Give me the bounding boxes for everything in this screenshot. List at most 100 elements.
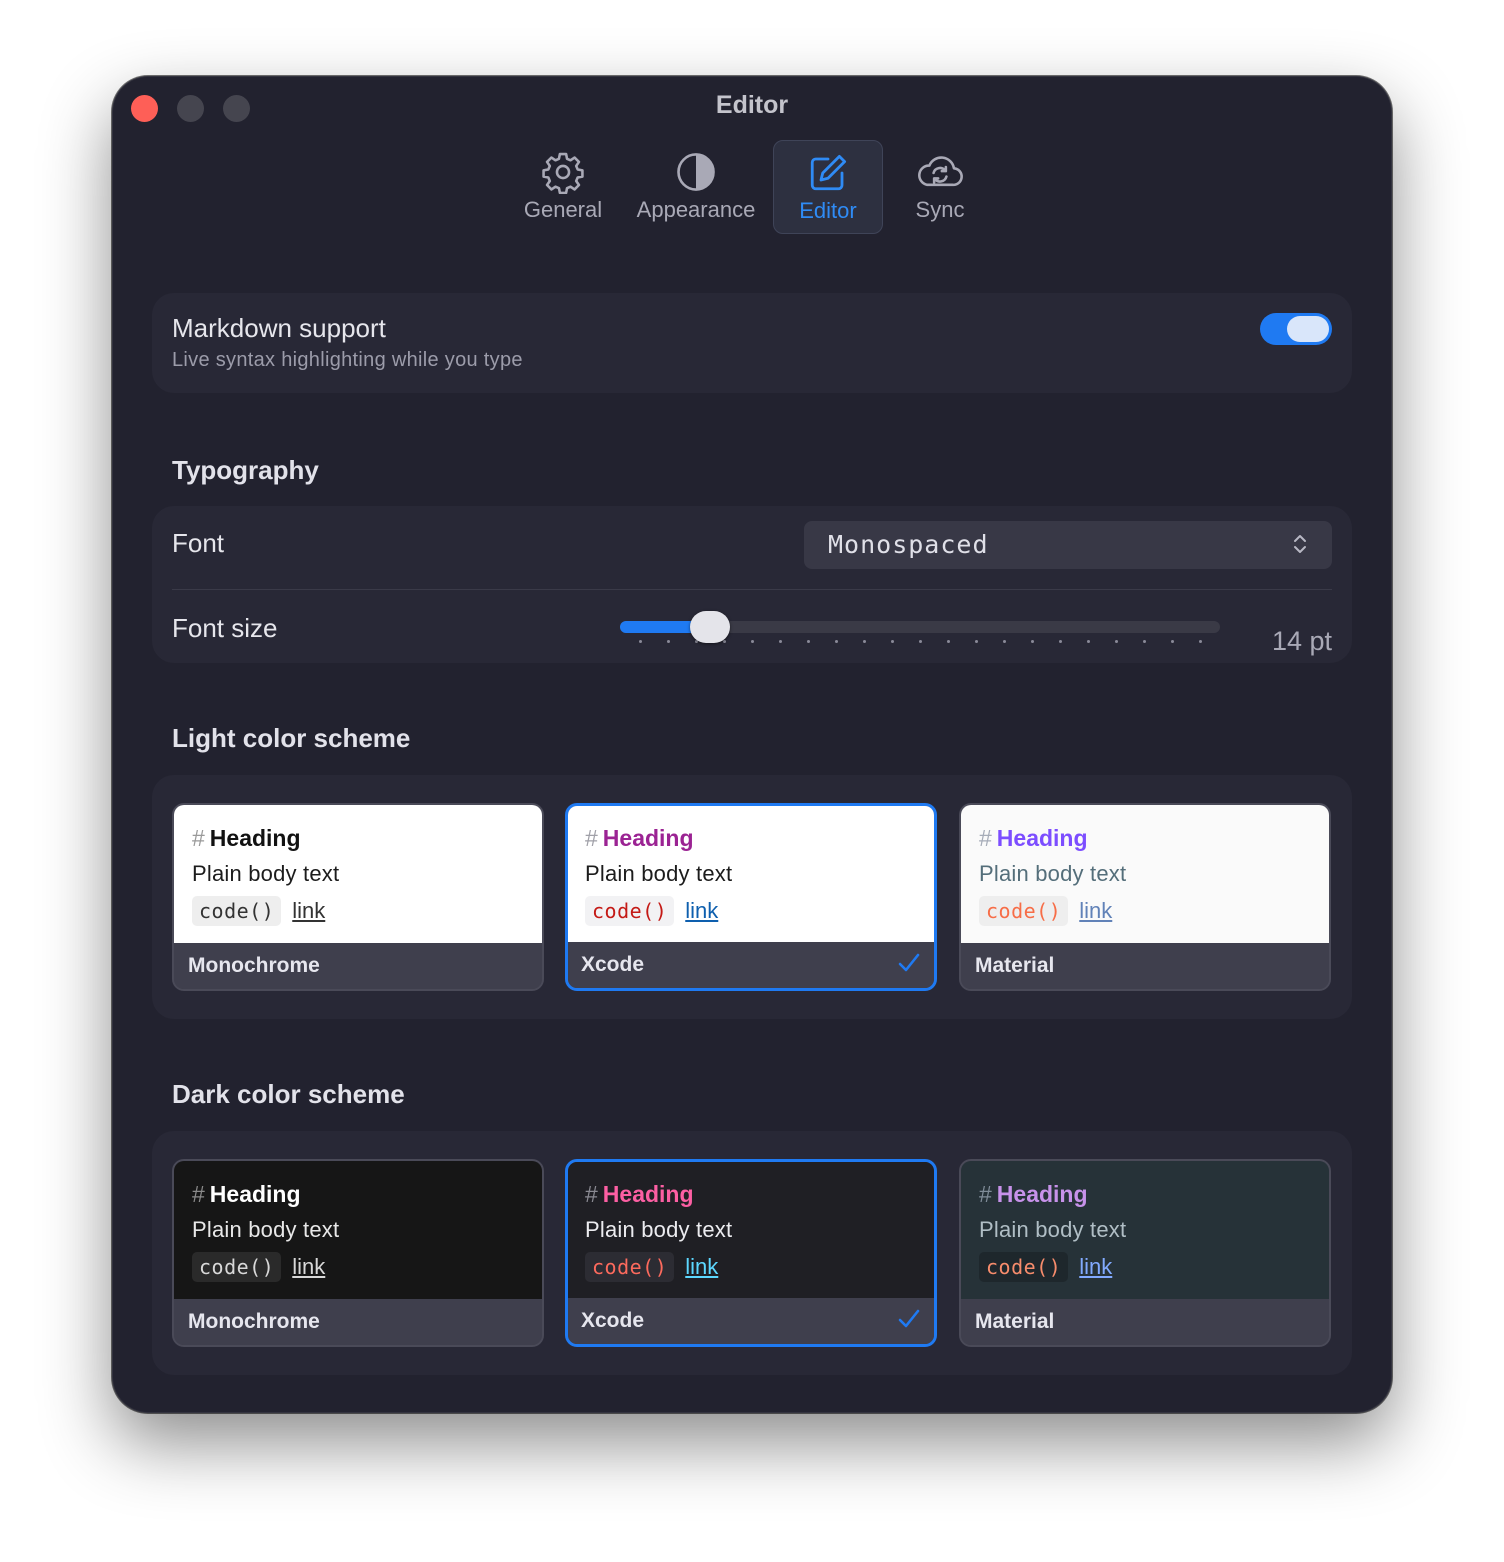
preview-code: code(): [585, 1252, 675, 1282]
dark-scheme-material[interactable]: # Heading Plain body text code() link Mat…: [959, 1159, 1331, 1347]
font-size-value: 14 pt: [1271, 626, 1332, 656]
light-scheme-monochrome[interactable]: # Heading Plain body text code() link Mon…: [172, 803, 544, 991]
slider-tick: [722, 640, 726, 643]
dark-scheme-card: # Heading Plain body text code() link Mon…: [152, 1131, 1352, 1375]
typography-card: Font Monospaced Font size 14 pt: [152, 506, 1352, 663]
preview-link: link: [685, 1254, 719, 1279]
dark-scheme-xcode[interactable]: # Heading Plain body text code() link Xco…: [565, 1159, 937, 1347]
preview-link: link: [685, 898, 719, 923]
chevron-up-down-icon: [1292, 532, 1308, 561]
preview-code-row: code() link: [585, 1252, 718, 1282]
tab-general[interactable]: General: [513, 140, 613, 234]
preview-code-row: code() link: [585, 896, 718, 926]
light-scheme-card: # Heading Plain body text code() link Mon…: [152, 775, 1352, 1019]
tab-editor-label: Editor: [799, 198, 857, 223]
tab-appearance[interactable]: Appearance: [629, 140, 763, 234]
light-scheme-section-title: Light color scheme: [172, 723, 411, 753]
dark-scheme-monochrome[interactable]: # Heading Plain body text code() link Mon…: [172, 1159, 544, 1347]
slider-tick: [918, 640, 922, 643]
tab-appearance-label: Appearance: [636, 197, 756, 222]
slider-tick: [834, 640, 838, 643]
preview-heading-text: Heading: [602, 825, 694, 851]
scheme-preview: # Heading Plain body text code() link: [568, 1162, 934, 1301]
preview-body: Plain body text: [585, 861, 733, 886]
scheme-name: Monochrome: [174, 1299, 542, 1345]
tab-general-label: General: [523, 197, 603, 222]
heading-hash: #: [979, 825, 992, 851]
preview-heading: # Heading: [192, 1181, 301, 1208]
preview-heading: # Heading: [979, 825, 1088, 852]
preview-code: code(): [979, 896, 1069, 926]
slider-tick: [862, 640, 866, 643]
slider-thumb[interactable]: [690, 611, 730, 643]
preview-body: Plain body text: [979, 1217, 1127, 1242]
gear-icon: [541, 149, 585, 195]
tab-sync[interactable]: Sync: [900, 140, 980, 234]
typography-section-title: Typography: [172, 455, 319, 485]
preview-body: Plain body text: [192, 861, 340, 886]
preview-heading-text: Heading: [996, 825, 1088, 851]
slider-tick: [974, 640, 978, 643]
preview-code-row: code() link: [192, 896, 325, 926]
preview-code: code(): [979, 1252, 1069, 1282]
scheme-preview: # Heading Plain body text code() link: [568, 806, 934, 945]
heading-hash: #: [585, 1181, 598, 1207]
slider-tick: [1002, 640, 1006, 643]
markdown-subtitle: Live syntax highlighting while you type: [172, 349, 523, 371]
scheme-preview: # Heading Plain body text code() link: [961, 805, 1329, 945]
heading-hash: #: [192, 1181, 205, 1207]
edit-icon: [807, 150, 849, 196]
markdown-card: Markdown support Live syntax highlightin…: [152, 293, 1352, 393]
slider-tick: [1170, 640, 1174, 643]
slider-tick: [1114, 640, 1118, 643]
font-size-label: Font size: [172, 613, 278, 643]
preview-body: Plain body text: [979, 861, 1127, 886]
row-divider: [172, 589, 1332, 590]
checkmark-icon: [898, 1309, 920, 1334]
heading-hash: #: [585, 825, 598, 851]
preview-heading-text: Heading: [209, 825, 301, 851]
preview-code: code(): [585, 896, 675, 926]
slider-tick: [806, 640, 810, 643]
preview-heading-text: Heading: [209, 1181, 301, 1207]
scheme-name: Monochrome: [174, 943, 542, 989]
slider-tick-marks: [638, 640, 1202, 643]
dark-scheme-section-title: Dark color scheme: [172, 1079, 405, 1109]
scheme-name: Xcode: [568, 1298, 934, 1344]
tab-editor[interactable]: Editor: [773, 140, 883, 234]
font-select[interactable]: Monospaced: [804, 521, 1332, 569]
checkmark-icon: [898, 953, 920, 978]
font-select-value: Monospaced: [828, 530, 989, 559]
heading-hash: #: [979, 1181, 992, 1207]
slider-tick: [638, 640, 642, 643]
preview-code: code(): [192, 896, 282, 926]
window-title: Editor: [715, 91, 789, 119]
slider-tick: [890, 640, 894, 643]
scheme-preview: # Heading Plain body text code() link: [174, 1161, 542, 1301]
preferences-toolbar: General Appearance Editor Sync: [112, 140, 1392, 236]
slider-tick: [750, 640, 754, 643]
preview-link: link: [1079, 898, 1113, 923]
preview-code-row: code() link: [192, 1252, 325, 1282]
slider-tick: [1058, 640, 1062, 643]
slider-tick: [666, 640, 670, 643]
slider-tick: [1086, 640, 1090, 643]
contrast-icon: [675, 149, 717, 195]
heading-hash: #: [192, 825, 205, 851]
scheme-preview: # Heading Plain body text code() link: [961, 1161, 1329, 1301]
scheme-name: Material: [961, 1299, 1329, 1345]
light-scheme-xcode[interactable]: # Heading Plain body text code() link Xco…: [565, 803, 937, 991]
slider-tick: [778, 640, 782, 643]
slider-tick: [1198, 640, 1202, 643]
preview-code-row: code() link: [979, 1252, 1112, 1282]
preview-heading: # Heading: [585, 1181, 694, 1208]
markdown-toggle[interactable]: [1260, 313, 1332, 345]
preview-body: Plain body text: [585, 1217, 733, 1242]
tab-sync-label: Sync: [915, 197, 965, 222]
light-scheme-material[interactable]: # Heading Plain body text code() link Mat…: [959, 803, 1331, 991]
preview-code: code(): [192, 1252, 282, 1282]
slider-tick: [1142, 640, 1146, 643]
preview-link: link: [1079, 1254, 1113, 1279]
font-size-slider[interactable]: [620, 606, 1220, 646]
scheme-name: Material: [961, 943, 1329, 989]
